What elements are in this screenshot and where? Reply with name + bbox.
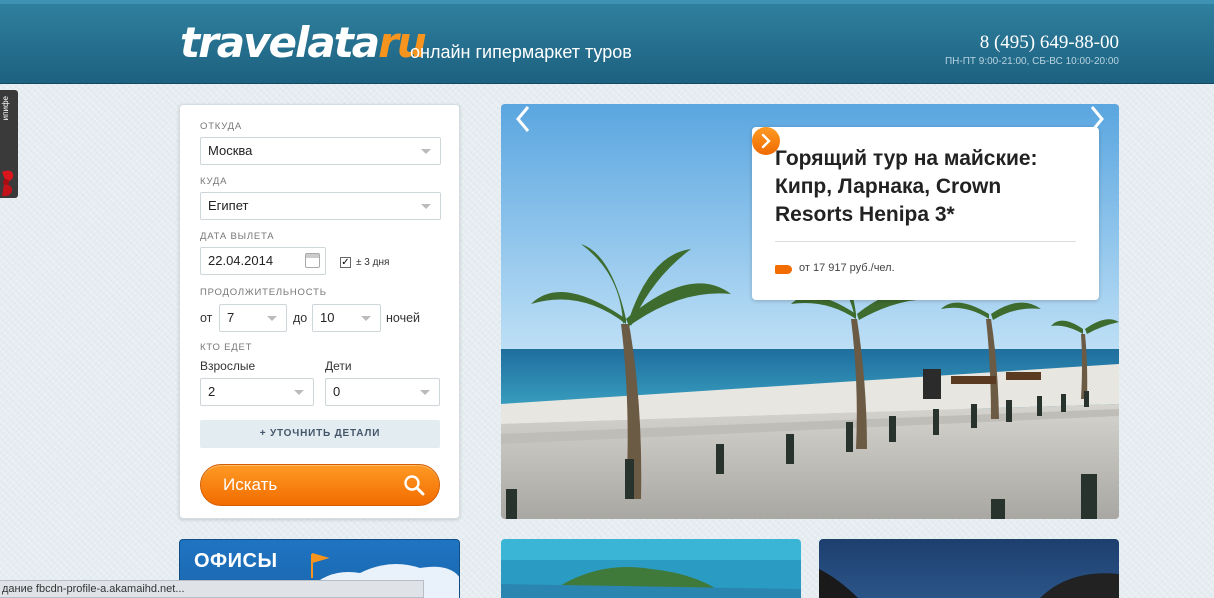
date-input-value: 22.04.2014 bbox=[208, 253, 274, 268]
search-button[interactable]: Искать bbox=[200, 464, 440, 506]
chevron-down-icon bbox=[421, 149, 431, 154]
slider-next-arrow[interactable] bbox=[1087, 104, 1107, 134]
search-button-label: Искать bbox=[223, 475, 278, 494]
promo-card[interactable]: Горящий тур на майские: Кипр, Ларнака, C… bbox=[752, 127, 1099, 300]
adults-select[interactable]: 2 bbox=[200, 378, 314, 406]
site-logo[interactable]: travelataru bbox=[180, 18, 427, 68]
island-photo bbox=[501, 567, 801, 598]
nights-from-value: 7 bbox=[227, 310, 235, 325]
children-label: Дети bbox=[325, 359, 352, 373]
browser-status-bar: дание fbcdn-profile-a.akamaihd.net... bbox=[0, 580, 424, 598]
adults-label: Взрослые bbox=[200, 359, 256, 373]
logo-main-text: travelata bbox=[180, 18, 380, 67]
nights-from-select[interactable]: 7 bbox=[219, 304, 287, 332]
working-hours: ПН-ПТ 9:00-21:00, СБ-ВС 10:00-20:00 bbox=[944, 56, 1119, 67]
tour-tile-coast[interactable] bbox=[819, 539, 1119, 598]
to-select-value: Египет bbox=[208, 198, 249, 213]
adults-value: 2 bbox=[208, 384, 216, 399]
nights-word: ночей bbox=[386, 311, 421, 325]
chevron-down-icon bbox=[421, 204, 431, 209]
to-select[interactable]: Египет bbox=[200, 192, 441, 220]
refine-details-button[interactable]: + УТОЧНИТЬ ДЕТАЛИ bbox=[200, 420, 440, 448]
chevron-down-icon bbox=[420, 390, 430, 395]
offices-tile-title: ОФИСЫ bbox=[194, 550, 278, 572]
chevron-down-icon bbox=[267, 316, 277, 321]
nights-to-value: 10 bbox=[320, 310, 335, 325]
from-select-value: Москва bbox=[208, 143, 253, 158]
tour-tile-island[interactable] bbox=[501, 539, 801, 598]
nights-from-word: от bbox=[200, 311, 213, 325]
chevron-down-icon bbox=[294, 390, 304, 395]
children-value: 0 bbox=[333, 384, 341, 399]
promo-divider bbox=[775, 241, 1076, 242]
children-select[interactable]: 0 bbox=[325, 378, 440, 406]
promo-next-button[interactable] bbox=[752, 127, 780, 155]
date-label: ДАТА ВЫЛЕТА bbox=[200, 231, 275, 242]
calendar-icon[interactable] bbox=[305, 253, 320, 268]
promo-price: от 17 917 руб./чел. bbox=[799, 262, 895, 274]
tour-search-panel: ОТКУДА Москва КУДА Египет ДАТА ВЫЛЕТА 22… bbox=[179, 104, 460, 519]
promo-title[interactable]: Горящий тур на майские: Кипр, Ларнака, C… bbox=[775, 145, 1085, 229]
nights-to-select[interactable]: 10 bbox=[312, 304, 381, 332]
search-icon bbox=[404, 475, 425, 496]
hot-tour-slider[interactable]: Горящий тур на майские: Кипр, Ларнака, C… bbox=[501, 104, 1119, 519]
phone-number[interactable]: 8 (495) 649-88-00 bbox=[980, 32, 1119, 54]
who-label: КТО ЕДЕТ bbox=[200, 342, 253, 353]
from-label: ОТКУДА bbox=[200, 121, 243, 132]
duration-label: ПРОДОЛЖИТЕЛЬНОСТЬ bbox=[200, 287, 327, 298]
gift-bow-icon bbox=[2, 170, 14, 197]
from-select[interactable]: Москва bbox=[200, 137, 441, 165]
site-header: travelataru онлайн гипермаркет туров 8 (… bbox=[0, 0, 1214, 84]
price-tag-icon bbox=[775, 265, 792, 274]
flex-dates-checkbox[interactable]: ✓ bbox=[340, 257, 351, 268]
chevron-down-icon bbox=[361, 316, 371, 321]
feedback-side-tab-label: ипифе bbox=[1, 96, 10, 121]
nights-to-word: до bbox=[293, 311, 308, 325]
slider-prev-arrow[interactable] bbox=[513, 104, 533, 134]
site-tagline: онлайн гипермаркет туров bbox=[410, 42, 632, 62]
coast-photo bbox=[819, 569, 1119, 598]
to-label: КУДА bbox=[200, 176, 228, 187]
flex-dates-label: ± 3 дня bbox=[356, 257, 390, 268]
date-input[interactable]: 22.04.2014 bbox=[200, 247, 326, 275]
